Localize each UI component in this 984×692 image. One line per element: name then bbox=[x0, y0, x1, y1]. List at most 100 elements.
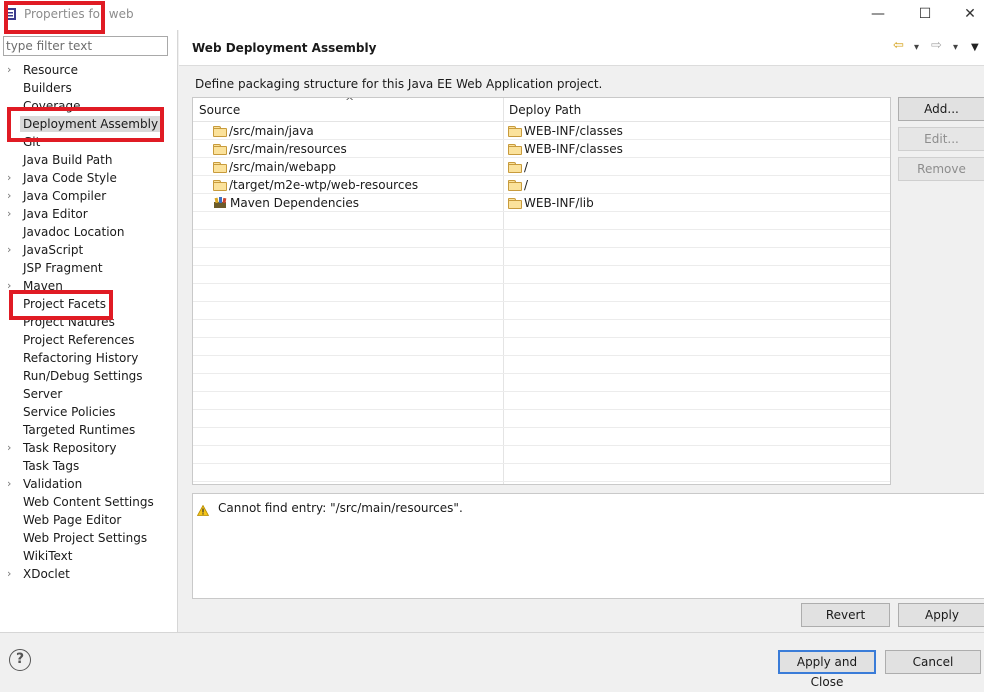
tree-item[interactable]: JSP Fragment bbox=[0, 259, 178, 277]
apply-and-close-button[interactable]: Apply and Close bbox=[778, 650, 876, 689]
remove-button[interactable]: Remove bbox=[898, 157, 984, 181]
tree-item-label: Deployment Assembly bbox=[20, 116, 162, 132]
maximize-button[interactable]: ☐ bbox=[910, 3, 940, 25]
table-row[interactable] bbox=[193, 230, 890, 248]
revert-button[interactable]: Revert bbox=[801, 603, 890, 627]
table-row[interactable] bbox=[193, 392, 890, 410]
table-row[interactable]: /target/m2e-wtp/web-resources / bbox=[193, 176, 890, 194]
deployment-table[interactable]: Source ^ Deploy Path /src/main/java WEB-I… bbox=[192, 97, 891, 485]
table-row[interactable] bbox=[193, 428, 890, 446]
tree-item-label: Project References bbox=[23, 333, 135, 347]
tree-item[interactable]: › JavaScript bbox=[0, 241, 178, 259]
forward-icon[interactable]: ⇨ bbox=[931, 38, 942, 54]
folder-icon bbox=[213, 126, 227, 137]
expand-arrow-icon[interactable]: › bbox=[7, 61, 11, 79]
edit-button[interactable]: Edit... bbox=[898, 127, 984, 151]
table-row[interactable]: /src/main/resources WEB-INF/classes bbox=[193, 140, 890, 158]
tree-item-label: Web Page Editor bbox=[23, 513, 122, 527]
message-area: Cannot find entry: "/src/main/resources"… bbox=[192, 493, 984, 599]
column-header-source[interactable]: Source bbox=[199, 103, 240, 117]
tree-item[interactable]: Targeted Runtimes bbox=[0, 421, 178, 439]
filter-input[interactable] bbox=[3, 36, 168, 56]
tree-item[interactable]: › Java Compiler bbox=[0, 187, 178, 205]
tree-item-label: Service Policies bbox=[23, 405, 116, 419]
close-button[interactable]: ✕ bbox=[955, 3, 984, 25]
tree-item[interactable]: Run/Debug Settings bbox=[0, 367, 178, 385]
table-row[interactable] bbox=[193, 410, 890, 428]
table-row[interactable] bbox=[193, 464, 890, 482]
tree-item[interactable]: Task Tags bbox=[0, 457, 178, 475]
page-header: Web Deployment Assembly ⇦ ▾ ⇨ ▾ ▼ bbox=[179, 30, 984, 66]
cancel-button[interactable]: Cancel bbox=[885, 650, 981, 674]
table-row[interactable] bbox=[193, 356, 890, 374]
expand-arrow-icon[interactable]: › bbox=[7, 205, 11, 223]
table-row[interactable]: /src/main/webapp / bbox=[193, 158, 890, 176]
tree-item[interactable]: Coverage bbox=[0, 97, 178, 115]
table-row[interactable] bbox=[193, 284, 890, 302]
minimize-button[interactable]: — bbox=[863, 3, 893, 25]
back-history-dropdown-icon[interactable]: ▾ bbox=[914, 40, 919, 56]
tree-item[interactable]: Server bbox=[0, 385, 178, 403]
tree-item[interactable]: Project Facets bbox=[0, 295, 178, 313]
column-header-deploy-path[interactable]: Deploy Path bbox=[509, 103, 581, 117]
source-cell: /src/main/webapp bbox=[213, 159, 336, 175]
tree-item[interactable]: Builders bbox=[0, 79, 178, 97]
expand-arrow-icon[interactable]: › bbox=[7, 277, 11, 295]
tree-item[interactable]: › XDoclet bbox=[0, 565, 178, 583]
deploy-path-text: WEB-INF/classes bbox=[524, 124, 623, 138]
table-row[interactable] bbox=[193, 338, 890, 356]
source-text: Maven Dependencies bbox=[230, 196, 360, 210]
tree-item-label: WikiText bbox=[23, 549, 73, 563]
tree-item-label: Validation bbox=[23, 477, 83, 491]
forward-history-dropdown-icon[interactable]: ▾ bbox=[953, 40, 958, 56]
tree-item[interactable]: Refactoring History bbox=[0, 349, 178, 367]
source-text: /src/main/java bbox=[229, 124, 314, 138]
table-row[interactable]: /src/main/java WEB-INF/classes bbox=[193, 122, 890, 140]
table-row[interactable] bbox=[193, 302, 890, 320]
tree-item[interactable]: › Resource bbox=[0, 61, 178, 79]
table-row[interactable] bbox=[193, 212, 890, 230]
tree-item[interactable]: › Java Code Style bbox=[0, 169, 178, 187]
tree-item[interactable]: Web Project Settings bbox=[0, 529, 178, 547]
view-menu-icon[interactable]: ▼ bbox=[971, 40, 979, 56]
tree-item[interactable]: WikiText bbox=[0, 547, 178, 565]
table-row[interactable] bbox=[193, 320, 890, 338]
expand-arrow-icon[interactable]: › bbox=[7, 475, 11, 493]
tree-item[interactable]: › Validation bbox=[0, 475, 178, 493]
tree-item-label: Resource bbox=[23, 63, 79, 77]
folder-icon bbox=[508, 144, 522, 155]
tree-item-label: Git bbox=[23, 135, 41, 149]
expand-arrow-icon[interactable]: › bbox=[7, 241, 11, 259]
tree-item[interactable]: Project Natures bbox=[0, 313, 178, 331]
tree-item[interactable]: Project References bbox=[0, 331, 178, 349]
table-row[interactable] bbox=[193, 446, 890, 464]
help-icon[interactable]: ? bbox=[9, 649, 31, 671]
folder-icon bbox=[508, 198, 522, 209]
table-row[interactable] bbox=[193, 374, 890, 392]
back-icon[interactable]: ⇦ bbox=[893, 38, 904, 54]
tree-item[interactable]: Web Page Editor bbox=[0, 511, 178, 529]
apply-button[interactable]: Apply bbox=[898, 603, 984, 627]
expand-arrow-icon[interactable]: › bbox=[7, 169, 11, 187]
tree-item[interactable]: Java Build Path bbox=[0, 151, 178, 169]
expand-arrow-icon[interactable]: › bbox=[7, 565, 11, 583]
tree-item[interactable]: › Java Editor bbox=[0, 205, 178, 223]
tree-item[interactable]: › Maven bbox=[0, 277, 178, 295]
expand-arrow-icon[interactable]: › bbox=[7, 187, 11, 205]
tree-item[interactable]: Deployment Assembly bbox=[0, 115, 178, 133]
table-row[interactable]: Maven Dependencies WEB-INF/lib bbox=[193, 194, 890, 212]
expand-arrow-icon[interactable]: › bbox=[7, 439, 11, 457]
table-row[interactable] bbox=[193, 266, 890, 284]
tree-item[interactable]: Javadoc Location bbox=[0, 223, 178, 241]
tree-item[interactable]: Service Policies bbox=[0, 403, 178, 421]
deploy-path-text: / bbox=[524, 178, 529, 192]
table-row[interactable] bbox=[193, 248, 890, 266]
add-button[interactable]: Add... bbox=[898, 97, 984, 121]
tree-item[interactable]: Web Content Settings bbox=[0, 493, 178, 511]
tree-item-label: Task Tags bbox=[23, 459, 80, 473]
tree-item-label: Javadoc Location bbox=[23, 225, 125, 239]
minimize-icon: — bbox=[871, 6, 885, 22]
tree-item[interactable]: › Task Repository bbox=[0, 439, 178, 457]
tree-item[interactable]: Git bbox=[0, 133, 178, 151]
dialog-footer: ? Apply and Close Cancel bbox=[0, 632, 984, 689]
